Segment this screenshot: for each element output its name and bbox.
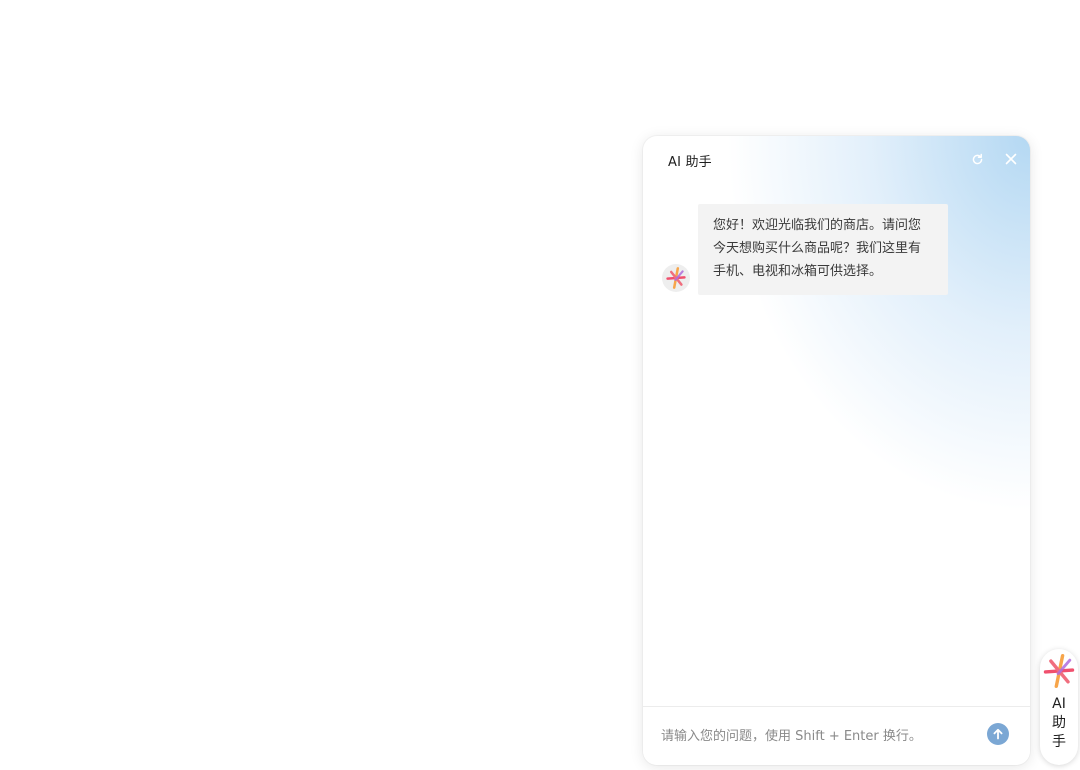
refresh-button[interactable] <box>968 150 986 168</box>
chat-title: AI 助手 <box>668 155 712 170</box>
close-button[interactable] <box>1002 150 1020 168</box>
chat-header: AI 助手 <box>643 136 1030 184</box>
arrow-up-icon <box>993 728 1003 740</box>
input-area <box>643 706 1030 765</box>
close-icon <box>1005 153 1017 165</box>
ai-spark-icon <box>666 267 686 289</box>
page: AI 助手 您好！欢迎光临我们的商店。请问您 今天想购买什么商品呢？我们这里有 … <box>0 0 1080 770</box>
float-button-label: AI 助 手 <box>1052 696 1066 750</box>
chat-input[interactable] <box>661 723 981 749</box>
send-button[interactable] <box>987 723 1009 745</box>
ai-assistant-float-button[interactable]: AI 助 手 <box>1040 649 1078 765</box>
message-bubble: 您好！欢迎光临我们的商店。请问您 今天想购买什么商品呢？我们这里有 手机、电视和… <box>698 204 948 295</box>
refresh-icon <box>972 153 982 164</box>
ai-spark-icon <box>1043 653 1075 689</box>
chat-panel: AI 助手 您好！欢迎光临我们的商店。请问您 今天想购买什么商品呢？我们这里有 … <box>643 136 1030 765</box>
assistant-avatar <box>662 264 690 292</box>
